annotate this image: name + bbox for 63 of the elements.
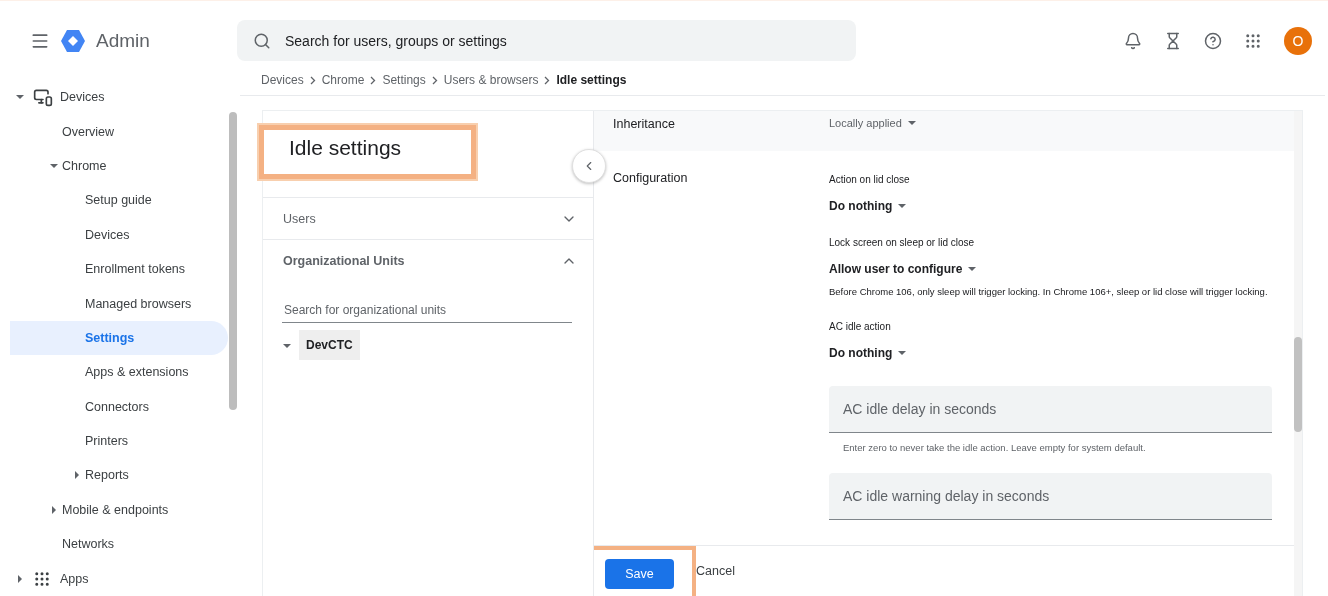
breadcrumb-link[interactable]: Devices (261, 73, 304, 87)
dropdown[interactable]: Allow user to configure (829, 262, 977, 276)
caret-icon[interactable] (907, 119, 916, 127)
help-icon[interactable] (1204, 31, 1222, 50)
sidebar-item[interactable]: Apps (10, 561, 228, 596)
grid-icon (33, 569, 51, 588)
setting-label: Configuration (613, 171, 689, 187)
dropdown[interactable]: Do nothing (829, 346, 907, 361)
caret-icon[interactable] (16, 93, 24, 102)
sidebar-item[interactable]: Printers (10, 423, 228, 459)
app-name: Admin (96, 29, 150, 52)
search-field[interactable]: Search for users, groups or settings (237, 20, 856, 61)
input-field[interactable]: AC idle delay in seconds (829, 386, 1272, 434)
breadcrumb-link[interactable]: Idle settings (556, 73, 627, 87)
input-field[interactable]: AC idle warning delay in seconds (829, 473, 1272, 521)
org-unit-item[interactable]: DevCTC (299, 330, 360, 360)
scrollbar-thumb[interactable] (229, 112, 237, 410)
sidebar-item[interactable]: Setup guide (10, 183, 228, 218)
sidebar-item[interactable]: Mobile & endpoints (10, 492, 228, 528)
sidebar-item[interactable]: Connectors (10, 389, 228, 424)
breadcrumb-link[interactable]: Chrome (321, 73, 365, 87)
caret-icon[interactable] (968, 265, 977, 273)
scrollbar-thumb[interactable] (1294, 337, 1302, 432)
breadcrumb-link[interactable]: Settings (382, 73, 426, 87)
caret-icon[interactable] (50, 505, 58, 514)
sidebar-item[interactable]: Chrome (10, 148, 228, 184)
sidebar-item[interactable]: Settings (10, 320, 228, 356)
caret-icon[interactable] (283, 342, 291, 350)
hourglass-icon[interactable] (1164, 31, 1182, 50)
field-label: Lock screen on sleep or lid close (829, 237, 976, 248)
dropdown[interactable]: Locally applied (829, 117, 916, 129)
chevron-right-icon (309, 75, 316, 85)
cancel-button[interactable]: Cancel (696, 556, 735, 586)
sidebar-item[interactable]: Devices (10, 217, 228, 252)
caret-icon[interactable] (73, 471, 81, 480)
sidebar-item[interactable]: Apps & extensions (10, 355, 228, 390)
chevron-right-icon (544, 75, 551, 85)
dropdown[interactable]: Do nothing (829, 199, 907, 213)
setting-label: Inheritance (613, 117, 676, 133)
field-label: Action on lid close (829, 174, 911, 185)
help-text: Before Chrome 106, only sleep will trigger locking. In Chrome 106+, sleep or lid close will trigger locking. (829, 286, 1269, 298)
sidebar-item[interactable]: Devices (10, 80, 228, 115)
chevron-right-icon (370, 75, 377, 85)
sidebar-item[interactable]: Networks (10, 527, 228, 562)
devices-icon (33, 87, 53, 108)
hexagon-logo-icon (60, 28, 86, 53)
sidebar-item[interactable]: Overview (10, 114, 228, 149)
page-title: Idle settings (259, 125, 476, 179)
caret-icon[interactable] (898, 349, 907, 358)
apps-grid-icon[interactable] (1244, 31, 1262, 50)
caret-icon[interactable] (50, 161, 58, 170)
caret-icon[interactable] (16, 574, 24, 583)
field-label: AC idle action (829, 321, 892, 333)
bell-icon[interactable] (1124, 31, 1142, 50)
sidebar-item[interactable]: Reports (10, 458, 228, 493)
search-icon (253, 32, 271, 50)
sidebar-item[interactable]: Managed browsers (10, 286, 228, 321)
caret-icon[interactable] (898, 202, 907, 210)
save-button[interactable]: Save (605, 559, 674, 589)
breadcrumb-link[interactable]: Users & browsers (443, 73, 539, 87)
sidebar-item[interactable]: Enrollment tokens (10, 251, 228, 287)
hint-text: Enter zero to never take the idle action. Leave empty for system default. (843, 442, 1147, 454)
chevron-right-icon (431, 75, 438, 85)
